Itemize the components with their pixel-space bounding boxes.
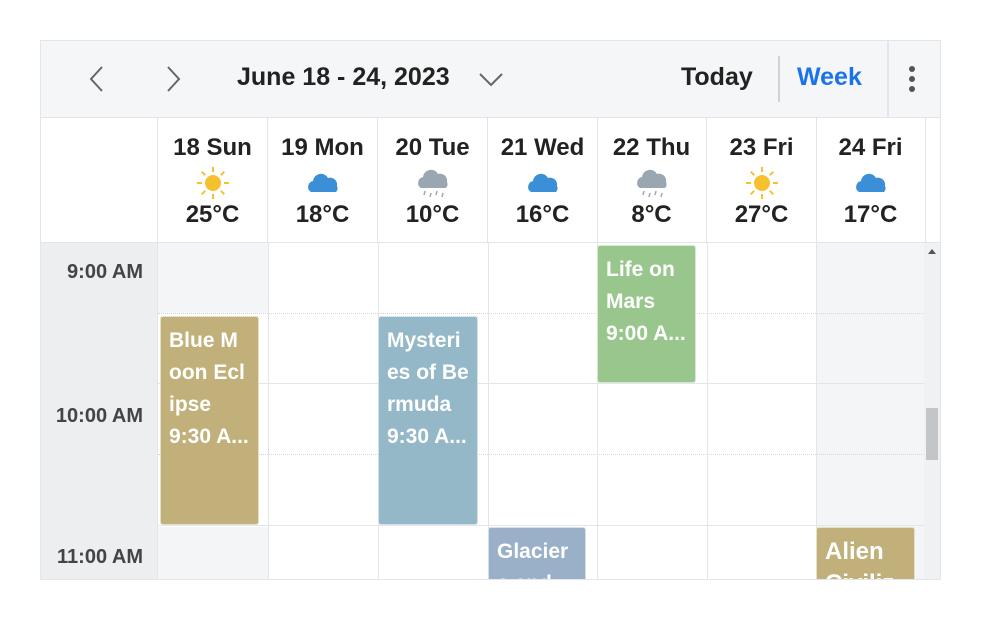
grid-line (158, 525, 924, 526)
sun-icon (196, 167, 229, 199)
day-temperature: 18°C (295, 201, 350, 228)
day-header[interactable]: 23 Fri 27°C (707, 118, 817, 242)
day-header-row: 18 Sun 25°C 19 Mon 18°C 20 Tue 10°C 21 Wed 16°C… (41, 118, 940, 243)
chevron-down-icon[interactable] (477, 69, 505, 89)
next-button[interactable] (156, 61, 190, 97)
cloud-icon (527, 173, 558, 192)
appointment-title: Life on Mars (606, 258, 675, 313)
appointment[interactable]: Mysteries of Bermuda 9:30 A... (378, 316, 478, 525)
appointment-time: 9:30 A... (387, 425, 467, 448)
today-button[interactable]: Today (681, 63, 753, 92)
rain-cloud-icon (636, 169, 667, 198)
nonworking-cell[interactable] (158, 527, 268, 579)
grid-line (158, 313, 924, 314)
appointment[interactable]: Blue Moon Eclipse 9:30 A... (160, 316, 259, 525)
more-vertical-icon[interactable] (899, 61, 925, 97)
cloud-icon (307, 173, 338, 192)
chevron-left-icon (89, 66, 103, 92)
appointment-title: Alien Civilizations (825, 538, 894, 579)
week-view-button[interactable]: Week (797, 63, 862, 92)
toolbar-divider (887, 41, 889, 117)
day-label: 24 Fri (838, 134, 903, 161)
appointment[interactable]: Life on Mars 9:00 A... (597, 245, 696, 383)
day-label: 18 Sun (173, 134, 252, 161)
schedule-body: 9:00 AM 10:00 AM 11:00 AM Blue Moon Ecli… (41, 243, 940, 579)
day-header[interactable]: 24 Fri 17°C (816, 118, 926, 242)
day-temperature: 27°C (734, 201, 789, 228)
day-header[interactable]: 19 Mon 18°C (268, 118, 378, 242)
grid-line (268, 243, 269, 579)
day-temperature: 17°C (843, 201, 898, 228)
time-label: 9:00 AM (67, 261, 143, 283)
appointment-title: Mysteries of Bermuda (387, 329, 469, 416)
grid-line (707, 243, 708, 579)
day-temperature: 16°C (515, 201, 570, 228)
appointment-time: 9:00 A... (606, 322, 686, 345)
header-corner (41, 118, 158, 242)
appointment[interactable]: Alien Civilizations (816, 527, 915, 579)
day-label: 22 Thu (612, 134, 691, 161)
day-header[interactable]: 20 Tue 10°C (378, 118, 488, 242)
rain-cloud-icon (417, 169, 448, 198)
day-temperature: 8°C (631, 201, 672, 228)
scroll-thumb[interactable] (926, 408, 938, 460)
time-column: 9:00 AM 10:00 AM 11:00 AM (41, 243, 158, 579)
prev-button[interactable] (80, 61, 114, 97)
nonworking-cell[interactable] (158, 243, 268, 313)
appointment-title: Glaciers and (497, 540, 569, 579)
time-label: 11:00 AM (57, 546, 143, 568)
day-label: 21 Wed (500, 134, 585, 161)
toolbar-divider (778, 56, 780, 102)
chevron-right-icon (167, 66, 181, 92)
day-label: 23 Fri (729, 134, 794, 161)
day-header[interactable]: 18 Sun 25°C (158, 118, 268, 242)
vertical-scrollbar[interactable] (924, 243, 940, 579)
day-temperature: 10°C (405, 201, 460, 228)
appointment-title: Blue Moon Eclipse (169, 329, 245, 416)
toolbar: June 18 - 24, 2023 Today Week (41, 41, 940, 118)
appointment[interactable]: Glaciers and (488, 527, 586, 579)
grid-line (158, 383, 924, 384)
grid-line (158, 454, 924, 455)
appointment-time: 9:30 A... (169, 425, 249, 448)
scheduler: June 18 - 24, 2023 Today Week 18 Sun 25°C… (40, 40, 941, 580)
time-label: 10:00 AM (55, 405, 143, 427)
cloud-icon (855, 173, 886, 192)
day-label: 20 Tue (395, 134, 470, 161)
day-temperature: 25°C (185, 201, 240, 228)
day-header[interactable]: 21 Wed 16°C (488, 118, 598, 242)
date-range-label[interactable]: June 18 - 24, 2023 (237, 63, 450, 92)
day-label: 19 Mon (281, 134, 364, 161)
day-header[interactable]: 22 Thu 8°C (597, 118, 707, 242)
sun-icon (745, 167, 778, 199)
scroll-up-arrow-icon[interactable] (928, 249, 936, 254)
